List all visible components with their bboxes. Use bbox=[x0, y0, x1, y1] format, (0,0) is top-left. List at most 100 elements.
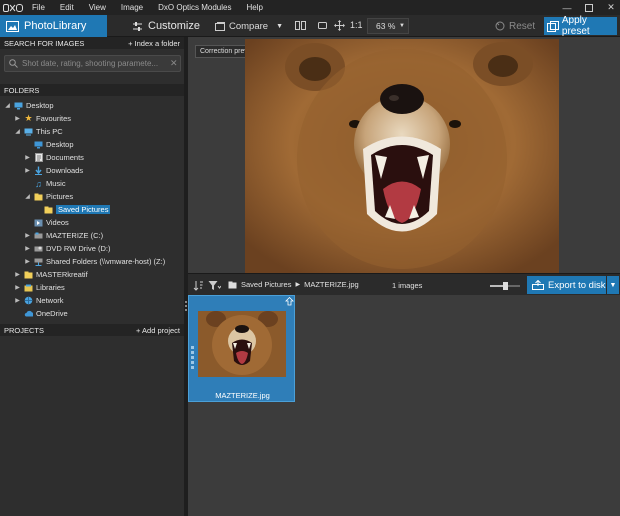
bear-thumbnail bbox=[198, 311, 286, 377]
folder-item-shared-folders[interactable]: ▶ Shared Folders (\\vmware-host) (Z:) bbox=[24, 255, 165, 268]
chevron-down-icon: ▼ bbox=[609, 281, 617, 289]
menu-help[interactable]: Help bbox=[240, 3, 271, 12]
dvd-icon bbox=[34, 244, 43, 253]
folder-label: MASTERkreatif bbox=[36, 270, 88, 279]
folder-item-favourites[interactable]: ▶ ★ Favourites bbox=[14, 112, 71, 125]
folder-item-libraries[interactable]: ▶ Libraries bbox=[14, 281, 65, 294]
folder-item-music[interactable]: ♫ Music bbox=[24, 177, 65, 190]
expand-arrow-icon[interactable]: ▶ bbox=[24, 154, 31, 161]
image-viewer[interactable]: Correction preview bbox=[188, 37, 620, 273]
folder-item-pictures[interactable]: ◢ Pictures bbox=[24, 190, 73, 203]
menu-image[interactable]: Image bbox=[115, 3, 152, 12]
folder-item-onedrive[interactable]: OneDrive bbox=[14, 307, 68, 320]
folder-item-videos[interactable]: Videos bbox=[24, 216, 69, 229]
image-count: 1 images bbox=[392, 281, 423, 290]
folder-label: This PC bbox=[36, 127, 63, 136]
expand-arrow-icon[interactable]: ▶ bbox=[24, 167, 31, 174]
tab-customize[interactable]: Customize bbox=[108, 15, 206, 37]
collapse-arrow-icon[interactable]: ◢ bbox=[14, 128, 21, 135]
search-input[interactable] bbox=[22, 59, 166, 68]
expand-arrow-icon[interactable]: ▶ bbox=[14, 271, 21, 278]
preset-icon bbox=[547, 20, 559, 32]
minimize-icon[interactable]: — bbox=[562, 3, 572, 13]
thumbnail-card[interactable]: MAZTERIZE.jpg bbox=[188, 295, 295, 402]
folder-label: DVD RW Drive (D:) bbox=[46, 244, 111, 253]
folder-label: Network bbox=[36, 296, 64, 305]
split-view-icon[interactable] bbox=[294, 19, 307, 32]
projects-header-title: PROJECTS bbox=[4, 325, 45, 335]
folder-item-this-pc[interactable]: ◢ This PC bbox=[14, 125, 63, 138]
folder-item-downloads[interactable]: ▶ Downloads bbox=[24, 164, 83, 177]
expand-arrow-icon[interactable]: ▶ bbox=[14, 297, 21, 304]
search-icon bbox=[9, 59, 18, 68]
folder-icon bbox=[228, 281, 237, 288]
dxo-logo-icon bbox=[3, 3, 23, 12]
index-folder-button[interactable]: + Index a folder bbox=[128, 39, 180, 48]
filmstrip: MAZTERIZE.jpg bbox=[188, 295, 620, 516]
search-input-wrapper[interactable]: ✕ bbox=[4, 55, 181, 72]
crop-frame-icon[interactable] bbox=[316, 19, 329, 32]
export-to-disk-button[interactable]: Export to disk bbox=[527, 276, 606, 294]
expand-arrow-icon[interactable]: ▶ bbox=[14, 115, 21, 122]
folder-item-documents[interactable]: ▶ Documents bbox=[24, 151, 84, 164]
menu-file[interactable]: File bbox=[26, 3, 54, 12]
compare-button[interactable]: Compare ▼ bbox=[212, 18, 284, 34]
network-drive-icon bbox=[34, 257, 43, 266]
folder-label: Downloads bbox=[46, 166, 84, 175]
sliders-icon bbox=[133, 21, 142, 31]
zoom-select[interactable]: 63 % ▼ bbox=[367, 18, 409, 34]
folder-label: Libraries bbox=[36, 283, 65, 292]
collapse-arrow-icon[interactable]: ◢ bbox=[24, 193, 31, 200]
upload-badge-icon[interactable] bbox=[285, 297, 294, 306]
maximize-icon[interactable] bbox=[584, 3, 594, 13]
menu-dxo-optics-modules[interactable]: DxO Optics Modules bbox=[152, 3, 240, 12]
breadcrumb-folder[interactable]: Saved Pictures bbox=[241, 280, 291, 289]
close-icon[interactable]: ✕ bbox=[606, 2, 616, 13]
tab-photolibrary[interactable]: PhotoLibrary bbox=[0, 15, 107, 37]
filter-icon[interactable] bbox=[208, 279, 221, 292]
expand-arrow-icon[interactable]: ▶ bbox=[24, 258, 31, 265]
collapse-arrow-icon[interactable]: ◢ bbox=[4, 102, 11, 109]
expand-arrow-icon[interactable]: ▶ bbox=[24, 232, 31, 239]
clear-search-icon[interactable]: ✕ bbox=[170, 58, 180, 69]
move-icon[interactable] bbox=[333, 19, 346, 32]
grip-icon bbox=[185, 301, 187, 311]
expand-arrow-icon[interactable]: ▶ bbox=[24, 245, 31, 252]
folder-item-network[interactable]: ▶ Network bbox=[14, 294, 64, 307]
apply-preset-button[interactable]: Apply preset bbox=[544, 15, 617, 37]
breadcrumb-file: MAZTERIZE.jpg bbox=[304, 280, 359, 289]
folder-item-saved-pictures[interactable]: Saved Pictures bbox=[34, 203, 111, 216]
folder-item-dvd-drive[interactable]: ▶ DVD RW Drive (D:) bbox=[24, 242, 110, 255]
breadcrumb-separator-icon: ▶ bbox=[295, 282, 301, 288]
folder-item-masterkreatif[interactable]: ▶ MASTERkreatif bbox=[14, 268, 88, 281]
folder-label: OneDrive bbox=[36, 309, 68, 318]
desktop-icon bbox=[34, 140, 43, 149]
folder-label: Pictures bbox=[46, 192, 74, 201]
folder-label: Saved Pictures bbox=[56, 205, 111, 214]
folder-icon bbox=[24, 270, 33, 279]
reset-icon bbox=[495, 21, 505, 31]
filmstrip-toolbar: Saved Pictures ▶ MAZTERIZE.jpg 1 images … bbox=[188, 273, 620, 295]
folder-label: Documents bbox=[46, 153, 84, 162]
computer-icon bbox=[24, 127, 33, 136]
sort-icon[interactable] bbox=[192, 279, 205, 292]
slider-handle[interactable] bbox=[503, 282, 508, 290]
expand-arrow-icon[interactable]: ▶ bbox=[14, 284, 21, 291]
search-header-title: SEARCH FOR IMAGES bbox=[4, 38, 85, 48]
rating-stars[interactable] bbox=[191, 346, 194, 369]
export-dropdown-button[interactable]: ▼ bbox=[607, 276, 619, 294]
star-icon: ★ bbox=[24, 113, 33, 123]
projects-section-header: PROJECTS + Add project bbox=[0, 324, 184, 336]
zoom-1-1-button[interactable]: 1:1 bbox=[350, 20, 363, 30]
folder-item-drive-c[interactable]: ▶ MAZTERIZE (C:) bbox=[24, 229, 103, 242]
thumbnail-size-slider[interactable] bbox=[490, 282, 520, 290]
bear-photo bbox=[245, 39, 559, 273]
menu-edit[interactable]: Edit bbox=[54, 3, 83, 12]
folder-item-desktop[interactable]: Desktop bbox=[24, 138, 74, 151]
add-project-button[interactable]: + Add project bbox=[136, 326, 180, 335]
reset-button[interactable]: Reset bbox=[491, 18, 539, 34]
apply-preset-label: Apply preset bbox=[561, 15, 590, 37]
folder-item-desktop-root[interactable]: ◢ Desktop bbox=[4, 99, 53, 112]
photolibrary-icon bbox=[6, 20, 19, 32]
menu-view[interactable]: View bbox=[83, 3, 115, 12]
